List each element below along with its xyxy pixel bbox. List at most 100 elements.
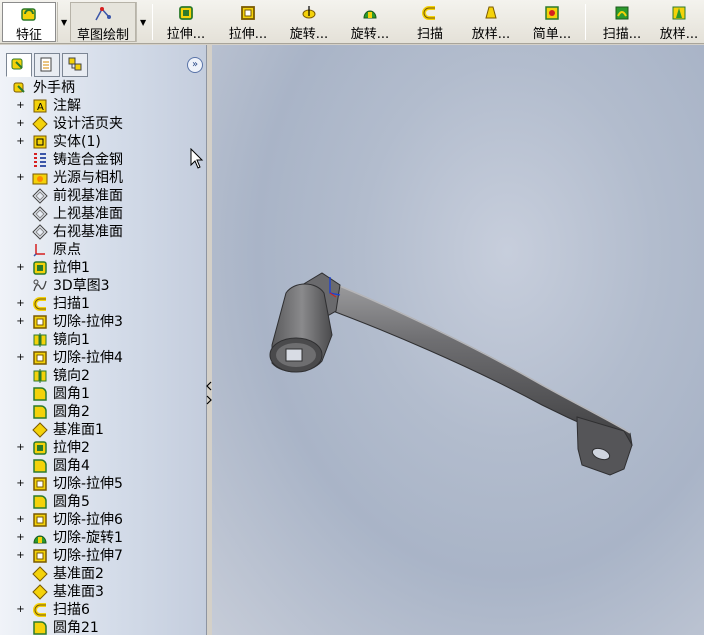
- tree-item[interactable]: + 切除-旋转1: [0, 529, 206, 547]
- tree-item[interactable]: 右视基准面: [0, 223, 206, 241]
- tree-item[interactable]: + 拉伸1: [0, 259, 206, 277]
- swept-cut-button[interactable]: 扫描...: [594, 2, 650, 42]
- mouse-pointer-icon: [190, 148, 204, 169]
- tree-item-label: 圆角4: [53, 458, 90, 474]
- tree-item-label: 实体(1): [53, 134, 101, 150]
- ref-plane-icon: [32, 422, 48, 438]
- tree-item[interactable]: + 切除-拉伸6: [0, 511, 206, 529]
- tree-item-label: 原点: [53, 242, 81, 258]
- tree-item[interactable]: 镜向2: [0, 367, 206, 385]
- expand-toggle[interactable]: +: [16, 353, 25, 363]
- collapse-panel-button[interactable]: »: [187, 57, 203, 73]
- expand-toggle[interactable]: +: [16, 101, 25, 111]
- tree-item[interactable]: 前视基准面: [0, 187, 206, 205]
- tree-item[interactable]: + 光源与相机: [0, 169, 206, 187]
- plane-icon: [32, 224, 48, 240]
- tree-item[interactable]: + 切除-拉伸5: [0, 475, 206, 493]
- tree-item[interactable]: 圆角5: [0, 493, 206, 511]
- extrude-cut-button[interactable]: 拉伸...: [220, 2, 276, 42]
- simple-hole-button[interactable]: 简单...: [524, 2, 580, 42]
- expand-toggle[interactable]: +: [16, 605, 25, 615]
- tree-item[interactable]: 上视基准面: [0, 205, 206, 223]
- expand-toggle[interactable]: +: [16, 533, 25, 543]
- tree-item-label: 圆角2: [53, 404, 90, 420]
- tree-item[interactable]: + 实体(1): [0, 133, 206, 151]
- tree-item[interactable]: 基准面3: [0, 583, 206, 601]
- material-icon: [34, 153, 46, 167]
- part-icon: [13, 82, 25, 93]
- tree-item-label: 圆角1: [53, 386, 90, 402]
- features-tab-button[interactable]: 特征: [2, 2, 56, 43]
- tree-item[interactable]: 原点: [0, 241, 206, 259]
- tree-item[interactable]: + 切除-拉伸3: [0, 313, 206, 331]
- graphics-viewport[interactable]: [212, 45, 704, 635]
- tree-item[interactable]: + 切除-拉伸4: [0, 349, 206, 367]
- fillet-icon: [33, 405, 47, 419]
- tab-property-manager[interactable]: [34, 53, 60, 77]
- tree-item[interactable]: 基准面1: [0, 421, 206, 439]
- expand-toggle[interactable]: +: [16, 119, 25, 129]
- expand-toggle[interactable]: +: [16, 317, 25, 327]
- sweep-icon: [422, 6, 435, 20]
- tree-item-label: 拉伸2: [53, 440, 90, 456]
- tree-root-label: 外手柄: [33, 80, 75, 96]
- sweep-icon: [33, 603, 46, 617]
- toolbar-separator: [152, 4, 153, 40]
- mirror-icon: [33, 333, 47, 347]
- tree-item[interactable]: + 切除-拉伸7: [0, 547, 206, 565]
- simple-hole-icon: [545, 6, 559, 20]
- sweep-button[interactable]: 扫描: [410, 2, 450, 42]
- tree-item-label: 镜向2: [53, 368, 90, 384]
- expand-toggle[interactable]: +: [16, 551, 25, 561]
- tree-item-label: 切除-旋转1: [53, 530, 123, 546]
- sketch-tab-button[interactable]: 草图绘制: [70, 2, 136, 43]
- tree-item[interactable]: 圆角4: [0, 457, 206, 475]
- revolve-cut-button[interactable]: 旋转...: [342, 2, 398, 42]
- tree-item[interactable]: 基准面2: [0, 565, 206, 583]
- sweep-icon: [33, 297, 46, 311]
- extrude-boss-button[interactable]: 拉伸...: [158, 2, 214, 42]
- tree-item[interactable]: 镜向1: [0, 331, 206, 349]
- tree-item[interactable]: + 扫描6: [0, 601, 206, 619]
- expand-toggle[interactable]: +: [16, 263, 25, 273]
- tree-item-label: 切除-拉伸3: [53, 314, 123, 330]
- annotations-icon: A: [33, 99, 47, 113]
- sketch-label: 草图绘制: [76, 28, 129, 43]
- tree-item-label: 扫描1: [53, 296, 90, 312]
- tree-root-part[interactable]: 外手柄: [0, 79, 206, 97]
- tree-item-label: 基准面2: [53, 566, 104, 582]
- tree-item-label: 注解: [53, 98, 81, 114]
- tree-item[interactable]: + A 注解: [0, 97, 206, 115]
- features-dropdown-button[interactable]: ▼: [57, 2, 69, 42]
- handle-3d-model[interactable]: [212, 45, 704, 635]
- tree-item[interactable]: + 扫描1: [0, 295, 206, 313]
- toolbar-separator: [585, 4, 586, 40]
- expand-toggle[interactable]: +: [16, 137, 25, 147]
- tree-item-label: 设计活页夹: [53, 116, 123, 132]
- tree-item[interactable]: 3D草图3: [0, 277, 206, 295]
- lofted-cut-button[interactable]: 放样...: [654, 2, 704, 42]
- extrude-cut-icon: [33, 315, 47, 329]
- ref-plane-icon: [32, 584, 48, 600]
- revolve-boss-button[interactable]: 旋转...: [281, 2, 337, 42]
- features-icon: [21, 8, 36, 21]
- plane-icon: [32, 188, 48, 204]
- tree-item[interactable]: 圆角21: [0, 619, 206, 635]
- sketch-dropdown-button[interactable]: ▼: [136, 2, 148, 42]
- expand-toggle[interactable]: +: [16, 479, 25, 489]
- expand-toggle[interactable]: +: [16, 173, 25, 183]
- feature-manager-icon: [11, 58, 23, 70]
- revolve-cut-icon: [33, 535, 47, 544]
- tab-configuration-manager[interactable]: [62, 53, 88, 77]
- tree-item[interactable]: + 设计活页夹: [0, 115, 206, 133]
- tree-item[interactable]: 铸造合金钢: [0, 151, 206, 169]
- loft-button[interactable]: 放样...: [463, 2, 519, 42]
- tree-item[interactable]: 圆角2: [0, 403, 206, 421]
- expand-toggle[interactable]: +: [16, 299, 25, 309]
- expand-toggle[interactable]: +: [16, 515, 25, 525]
- tree-item[interactable]: + 拉伸2: [0, 439, 206, 457]
- tree-item[interactable]: 圆角1: [0, 385, 206, 403]
- expand-toggle[interactable]: +: [16, 443, 25, 453]
- tab-feature-manager[interactable]: [6, 53, 32, 77]
- tree-item-label: 圆角5: [53, 494, 90, 510]
